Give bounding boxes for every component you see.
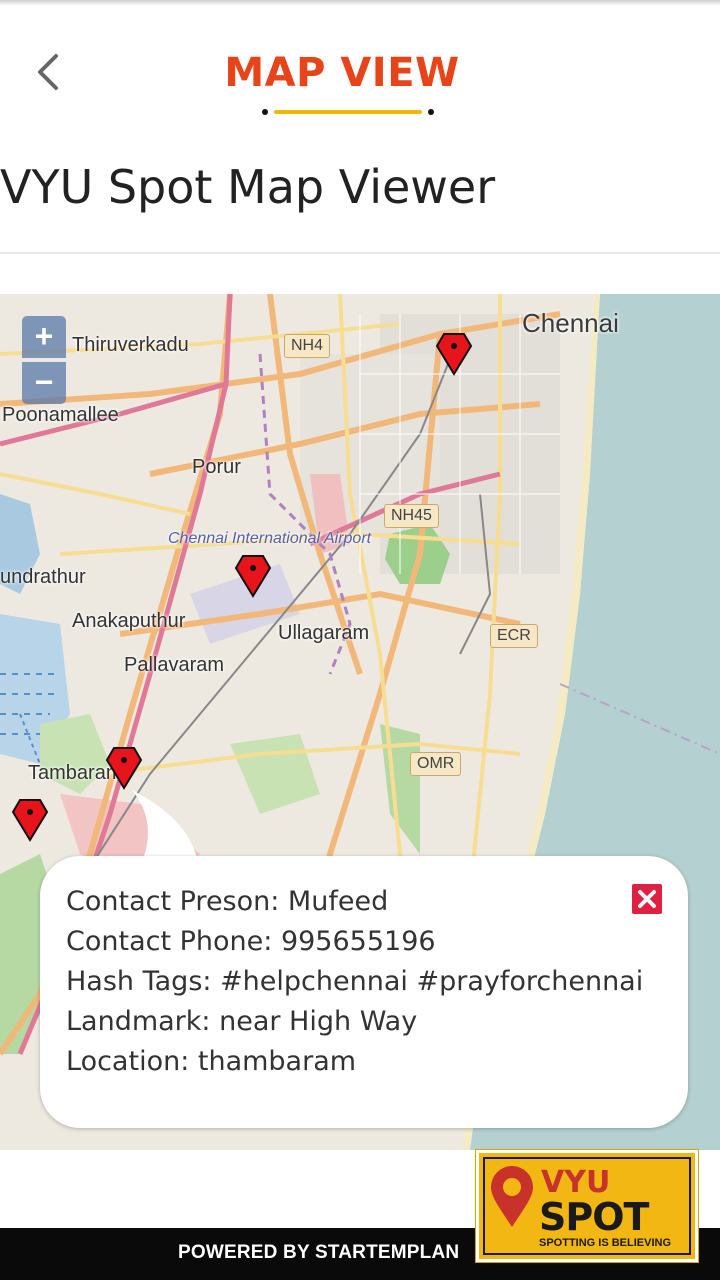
divider: [0, 252, 720, 254]
popup-hash-tags: Hash Tags: #helpchennai #prayforchennai: [66, 966, 644, 997]
zoom-in-button[interactable]: +: [22, 316, 66, 358]
vyu-spot-logo: VYU SPOT SPOTTING IS BELIEVING: [475, 1149, 699, 1263]
map-label-ullagaram: Ullagaram: [278, 622, 370, 644]
map-pin-icon: [234, 555, 272, 598]
zoom-controls: + −: [22, 316, 66, 406]
map-marker[interactable]: [10, 794, 50, 842]
map-marker[interactable]: [104, 742, 144, 790]
zoom-out-button[interactable]: −: [22, 362, 66, 404]
map-label-airport: Chennai International Airport: [168, 530, 372, 547]
popup-tail: [132, 790, 198, 862]
map-pin-icon: [435, 333, 473, 376]
map-pin-icon: [11, 799, 49, 842]
map-label-porur: Porur: [192, 456, 241, 478]
logo-spot-text: SPOT: [539, 1195, 649, 1239]
map-label-pallavaram: Pallavaram: [124, 654, 225, 676]
close-icon: [638, 890, 656, 908]
map-label-undrathur: undrathur: [0, 566, 86, 588]
map-label-chennai: Chennai: [522, 308, 619, 338]
popup-contact-person: Contact Preson: Mufeed: [66, 886, 389, 917]
popup-close-button[interactable]: [632, 884, 662, 914]
map-marker[interactable]: [233, 550, 273, 598]
map-viewer-heading: VYU Spot Map Viewer: [0, 160, 496, 214]
road-shield-omr: OMR: [410, 752, 462, 776]
road-shield-nh4: NH4: [284, 334, 331, 358]
map-pin-icon: [105, 747, 143, 790]
logo-tagline: SPOTTING IS BELIEVING: [539, 1237, 672, 1249]
footer-powered-by: POWERED BY STARTEMPLAN: [178, 1242, 460, 1263]
location-pin-logo-icon: [491, 1166, 533, 1227]
road-shield-ecr: ECR: [490, 624, 538, 648]
map-label-anakaputhur: Anakaputhur: [72, 610, 186, 632]
map-label-poonamallee: Poonamallee: [2, 404, 119, 426]
title-underline: [262, 108, 434, 116]
map-marker[interactable]: [434, 328, 474, 376]
road-shield-nh45: NH45: [384, 504, 439, 528]
popup-landmark: Landmark: near High Way: [66, 1006, 418, 1037]
popup-location: Location: thambaram: [66, 1046, 357, 1077]
page-title: MAP VIEW: [224, 50, 460, 96]
marker-info-popup: Contact Preson: Mufeed Contact Phone: 99…: [40, 856, 688, 1128]
popup-contact-phone: Contact Phone: 995655196: [66, 926, 436, 957]
map-label-thiruverkadu: Thiruverkadu: [72, 334, 189, 356]
app-header: MAP VIEW: [0, 0, 720, 140]
